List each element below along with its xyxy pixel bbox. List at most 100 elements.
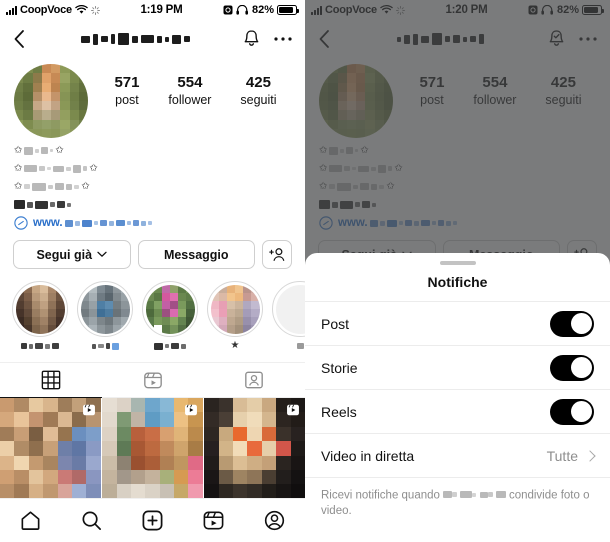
highlight-label-redacted [272,342,305,350]
sheet-title: Notifiche [305,265,610,302]
sheet-row-storie[interactable]: Storie [305,346,610,390]
tab-tagged[interactable] [203,363,305,398]
highlight-item[interactable]: ★ [207,281,263,351]
profile-action-buttons: Segui già Messaggio [0,230,305,269]
account-icon[interactable] [263,509,286,532]
ellipsis-icon[interactable] [273,36,293,42]
post-cell[interactable] [0,398,101,499]
row-label: Reels [321,403,357,420]
home-icon[interactable] [19,509,42,532]
star-glyph: ✩ [89,162,98,174]
person-add-icon [268,248,284,261]
clock-label: 1:19 PM [140,4,183,16]
stat-posts[interactable]: 571 post [114,74,139,109]
avatar[interactable] [14,64,88,138]
tab-reels[interactable] [101,363,204,398]
highlight-label-redacted [12,342,68,350]
row-label: Video in diretta [321,447,415,464]
right-phone-screen: CoopVoce 1:20 PM [305,0,610,542]
stat-value: 554 [177,74,203,91]
bio-line [14,198,291,211]
sheet-row-live[interactable]: Video in diretta Tutte [305,434,610,478]
star-glyph: ✩ [14,144,23,156]
add-person-button[interactable] [262,240,292,269]
sheet-row-reels[interactable]: Reels [305,390,610,434]
highlight-item[interactable] [77,281,133,350]
profile-navbar [0,20,305,58]
link-prefix: www. [33,217,63,229]
sync-icon [91,5,100,15]
link-icon [14,216,28,230]
battery-icon [277,5,299,15]
grid-icon [41,370,61,390]
bio-line: ✩ ✩ [14,144,291,157]
profile-bio: ✩ ✩ ✩ ✩ ✩ ✩ [0,138,305,230]
star-glyph: ✩ [81,180,90,192]
star-glyph: ★ [230,340,240,351]
highlight-item[interactable] [12,281,68,350]
reels-icon [143,372,162,389]
search-icon[interactable] [80,509,103,532]
highlight-label-redacted [77,342,133,350]
chevron-down-icon [97,251,107,257]
tab-grid[interactable] [0,363,102,398]
footer-username-redacted [443,488,506,503]
highlight-ring [77,281,133,337]
navbar-icons [242,29,293,49]
status-right: 82% [223,4,299,16]
headphones-icon [236,5,248,15]
story-highlights: ★ [0,269,305,351]
reels-badge-icon [287,404,299,416]
highlight-item-new[interactable] [272,281,305,350]
post-cell[interactable] [204,398,305,499]
alarm-icon [223,5,233,15]
storie-toggle[interactable] [550,354,594,381]
post-cell[interactable] [102,398,203,499]
stat-label: follower [168,93,212,107]
stat-value: 425 [245,74,271,91]
sheet-footer-note: Ricevi notifiche quando condivide foto o… [305,478,610,519]
follow-button[interactable]: Segui già [13,240,131,269]
row-value: Tutte [546,447,578,464]
star-glyph: ✩ [14,180,23,192]
profile-tabs [0,362,305,398]
bio-line: ✩ ✩ [14,162,291,175]
reels-toggle[interactable] [550,398,594,425]
row-label: Storie [321,359,358,376]
message-button[interactable]: Messaggio [137,240,255,269]
reels-badge-icon [184,404,197,416]
avatar-pixels [14,64,88,138]
username-redacted [28,32,242,46]
bio-link-row[interactable]: www. [14,216,291,230]
stat-followers[interactable]: 554 follower [168,74,211,109]
bio-line: ✩ ✩ [14,180,291,193]
wifi-icon [75,5,88,14]
follow-button-label: Segui già [36,247,93,262]
highlight-item[interactable] [142,281,198,350]
status-left: CoopVoce [6,4,100,16]
highlight-ring [142,281,198,337]
bio-link-text: www. [33,217,152,229]
bell-icon[interactable] [242,29,261,49]
profile-stats: 571 post 554 follower 425 seguiti [88,64,291,109]
bottom-nav [0,498,305,542]
highlight-thumb [15,284,65,334]
highlight-ring [12,281,68,337]
highlight-thumb [145,284,195,334]
stat-label: seguiti [240,93,277,107]
star-glyph: ✩ [14,162,23,174]
highlight-ring [207,281,263,337]
footer-prefix: Ricevi notifiche quando [321,489,440,502]
add-post-icon[interactable] [141,509,164,532]
reels-icon[interactable] [202,509,225,532]
star-glyph: ✩ [55,144,64,156]
stat-following[interactable]: 425 seguiti [240,74,276,109]
highlight-label-star: ★ [207,340,263,351]
left-phone-screen: CoopVoce 1:19 PM 82% 571 post 554 follow… [0,0,305,542]
post-toggle[interactable] [550,310,594,337]
chevron-left-icon[interactable] [12,29,28,49]
sheet-row-post[interactable]: Post [305,302,610,346]
reels-badge-icon [82,404,95,416]
status-bar: CoopVoce 1:19 PM 82% [0,0,305,20]
battery-percent-label: 82% [251,4,274,16]
